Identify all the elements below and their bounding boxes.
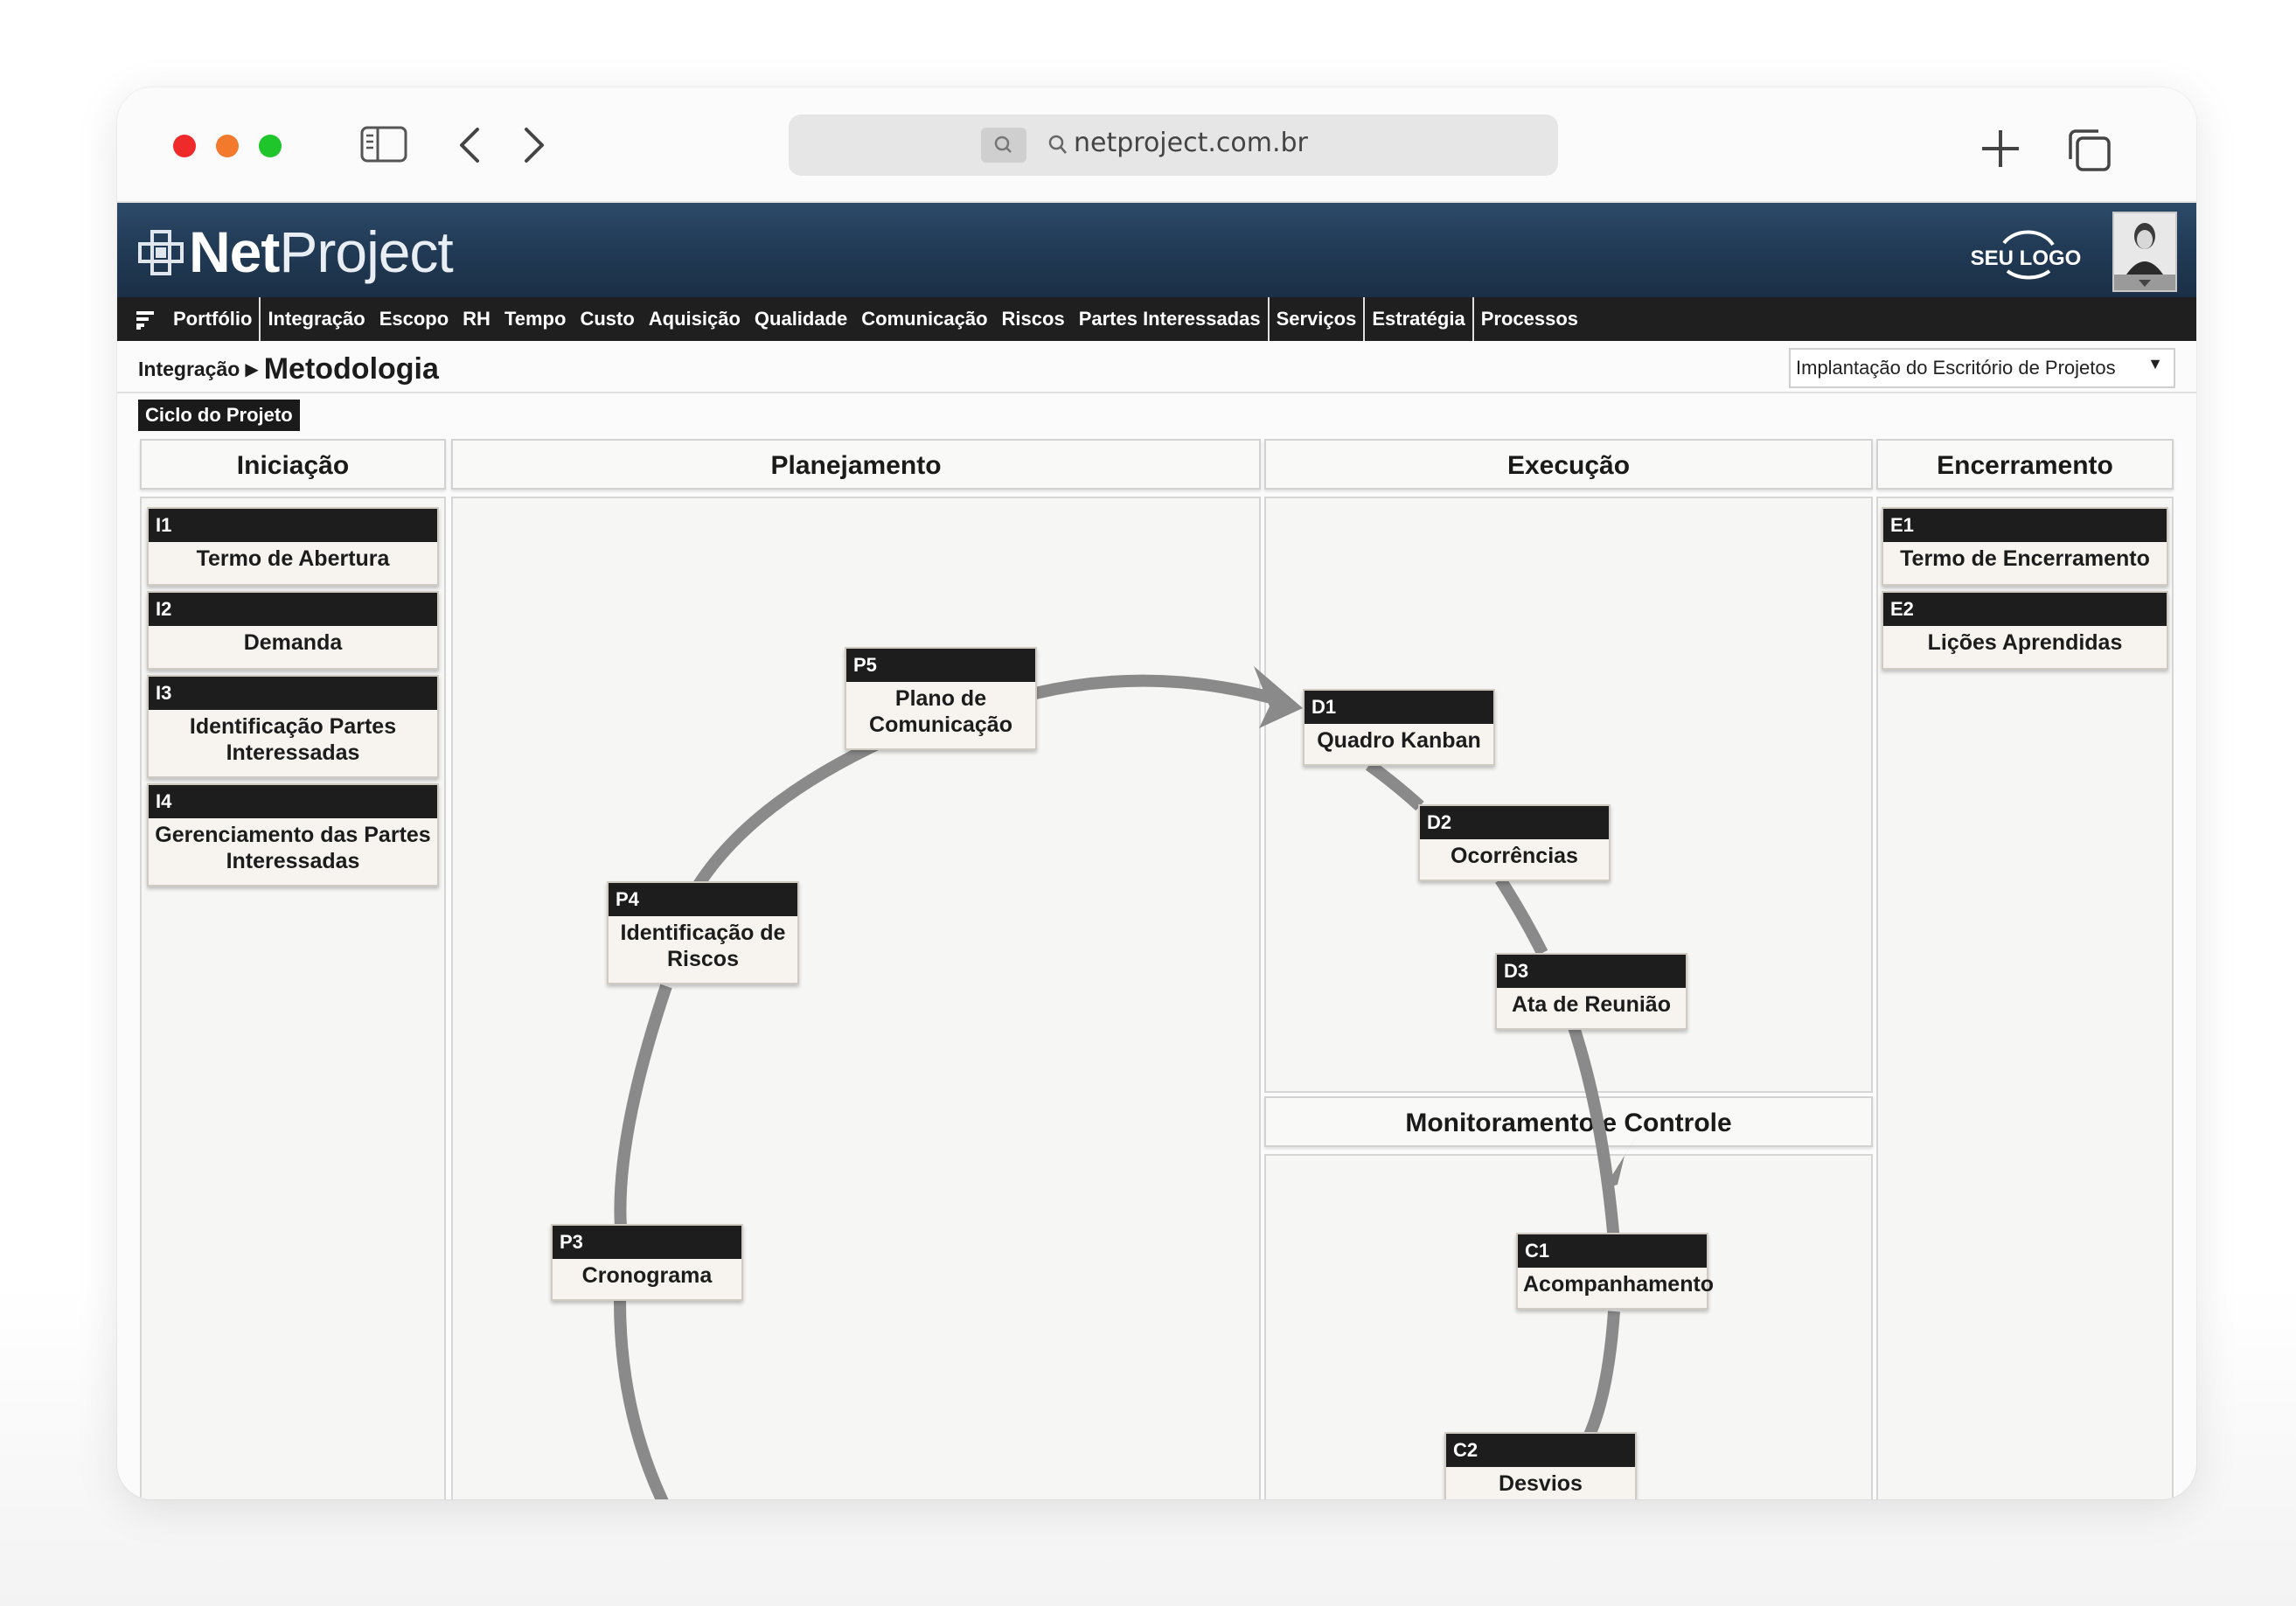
- card-code: I4: [149, 785, 437, 818]
- card-code: P5: [846, 649, 1035, 682]
- card-code: D1: [1305, 691, 1493, 724]
- card-code: P4: [609, 883, 797, 916]
- card-title: Plano de Comunicação: [869, 686, 1012, 737]
- card-i3[interactable]: I3 Identificação Partes Interessadas: [147, 675, 439, 778]
- card-title: Termo de Encerramento: [1900, 546, 2150, 571]
- card-code: C2: [1446, 1434, 1635, 1467]
- card-code: D3: [1497, 955, 1686, 988]
- card-title: Identificação de Riscos: [620, 921, 786, 971]
- card-c2[interactable]: C2 Desvios: [1444, 1432, 1637, 1499]
- card-c1[interactable]: C1 Acompanhamento: [1516, 1233, 1715, 1310]
- card-p3[interactable]: P3 Cronograma: [551, 1224, 743, 1301]
- card-title: Cronograma: [581, 1263, 713, 1288]
- card-code: E2: [1883, 593, 2167, 626]
- card-e1[interactable]: E1 Termo de Encerramento: [1882, 507, 2168, 586]
- card-d3[interactable]: D3 Ata de Reunião: [1495, 953, 1687, 1030]
- browser-window: netproject.com.br NetProject SEU LOGO Po…: [117, 87, 2196, 1499]
- card-code: E1: [1883, 509, 2167, 542]
- card-title: Lições Aprendidas: [1927, 630, 2123, 655]
- card-d1[interactable]: D1 Quadro Kanban: [1303, 689, 1495, 766]
- card-title: Desvios: [1499, 1471, 1583, 1496]
- card-title: Identificação Partes Interessadas: [189, 714, 397, 765]
- card-i2[interactable]: I2 Demanda: [147, 591, 439, 670]
- card-title: Ata de Reunião: [1512, 992, 1671, 1017]
- card-title: Demanda: [243, 630, 343, 655]
- card-title: Acompanhamento: [1523, 1272, 1715, 1297]
- card-p4[interactable]: P4 Identificação de Riscos: [607, 881, 799, 984]
- card-code: I3: [149, 677, 437, 710]
- card-code: C1: [1518, 1234, 1707, 1268]
- card-title: Termo de Abertura: [196, 546, 390, 571]
- card-d2[interactable]: D2 Ocorrências: [1418, 804, 1611, 881]
- card-i4[interactable]: I4 Gerenciamento das Partes Interessadas: [147, 783, 439, 886]
- card-e2[interactable]: E2 Lições Aprendidas: [1882, 591, 2168, 670]
- card-title: Quadro Kanban: [1317, 728, 1481, 753]
- card-p5[interactable]: P5 Plano de Comunicação: [845, 647, 1037, 750]
- card-code: I1: [149, 509, 437, 542]
- card-code: I2: [149, 593, 437, 626]
- card-code: D2: [1420, 806, 1609, 839]
- card-title: Ocorrências: [1451, 844, 1578, 868]
- card-i1[interactable]: I1 Termo de Abertura: [147, 507, 439, 586]
- card-title: Gerenciamento das Partes Interessadas: [155, 823, 431, 873]
- card-code: P3: [553, 1226, 741, 1259]
